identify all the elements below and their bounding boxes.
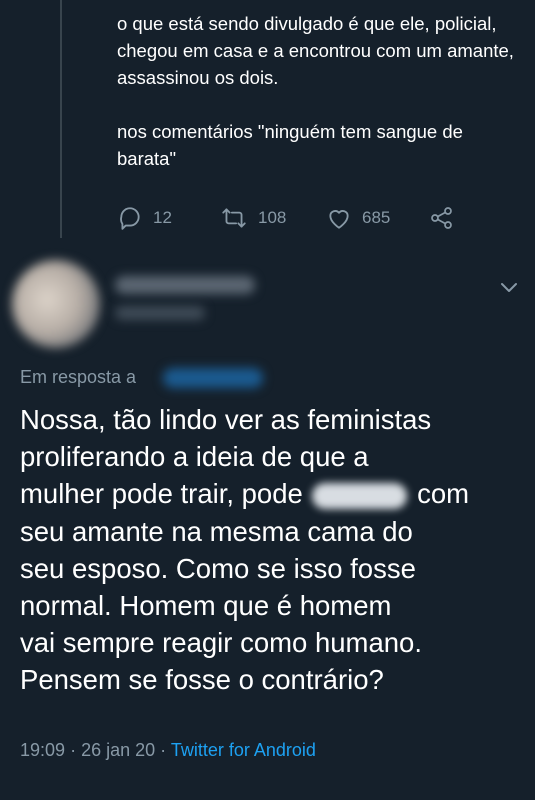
like-count: 685 xyxy=(362,208,391,227)
tweet-source-link[interactable]: Twitter for Android xyxy=(171,740,316,760)
tweet-text-line: seu esposo. Como se isso fosse xyxy=(20,552,416,584)
tweet-text-line: Pensem se fosse o contrário? xyxy=(20,664,384,696)
share-icon xyxy=(431,207,452,229)
tweet-text-line: normal. Homem que é homem xyxy=(20,590,392,622)
tweet-text-segment: mulher pode trair, pode xyxy=(20,478,303,510)
quoted-tweet-paragraph: nos comentários "ninguém tem sangue de b… xyxy=(117,121,463,169)
tweet-text-line: mulher pode trair, pode com xyxy=(20,475,525,512)
tweet-text: Nossa, tão lindo ver as feministas proli… xyxy=(20,401,525,699)
tweet-date: 26 jan 20 xyxy=(81,740,156,760)
share-button[interactable] xyxy=(430,206,454,230)
meta-separator: · xyxy=(70,740,77,760)
tweet-time: 19:09 xyxy=(20,740,66,760)
reply-button[interactable]: 12 xyxy=(117,205,220,231)
reply-count: 12 xyxy=(153,208,172,227)
chevron-down-icon[interactable] xyxy=(496,276,522,298)
tweet-text-segment: com xyxy=(417,478,470,510)
reply-icon xyxy=(120,207,140,230)
redacted-word xyxy=(312,483,408,510)
quoted-tweet-paragraph: o que está sendo divulgado é que ele, po… xyxy=(117,13,514,88)
retweet-button[interactable]: 108 xyxy=(220,205,326,231)
retweet-count: 108 xyxy=(258,208,287,227)
tweet-action-bar: 12 108 685 xyxy=(117,202,454,234)
author-name-redacted[interactable] xyxy=(115,276,255,294)
avatar[interactable] xyxy=(12,260,100,348)
in-reply-to-label: Em resposta a xyxy=(20,367,137,387)
author-handle-redacted xyxy=(115,306,205,320)
reply-to-handle-redacted[interactable] xyxy=(163,368,263,388)
tweet-metadata: 19:09 · 26 jan 20 · Twitter for Android xyxy=(20,740,316,761)
like-icon xyxy=(329,210,349,229)
meta-separator: · xyxy=(160,740,167,760)
thread-connector-line xyxy=(60,0,62,238)
quoted-tweet-text: o que está sendo divulgado é que ele, po… xyxy=(117,10,522,172)
tweet-text-line: proliferando a ideia de que a xyxy=(20,441,369,473)
like-button[interactable]: 685 xyxy=(326,205,430,231)
tweet-text-line: Nossa, tão lindo ver as feministas xyxy=(20,404,432,435)
tweet-text-line: vai sempre reagir como humano. xyxy=(20,627,422,659)
retweet-icon xyxy=(222,208,246,228)
tweet-text-line: seu amante na mesma cama do xyxy=(20,515,413,547)
